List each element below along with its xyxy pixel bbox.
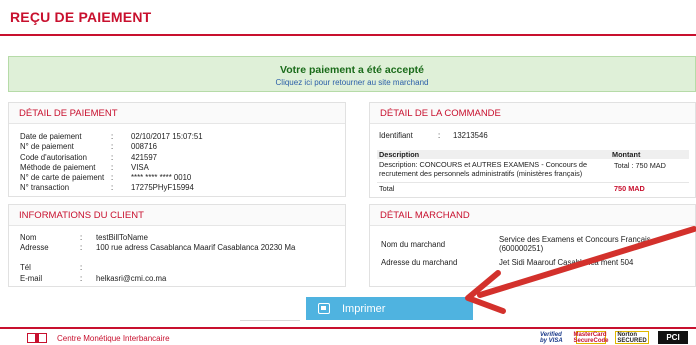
footer-divider	[0, 327, 696, 329]
merchant-row-value: Service des Examens et Concours Français…	[499, 235, 651, 253]
client-row: Tél :	[20, 263, 345, 273]
merchant-details-panel: DÉTAIL MARCHAND Nom du marchand Service …	[369, 204, 696, 287]
order-line-description: Description: CONCOURS et AUTRES EXAMENS …	[379, 160, 588, 178]
mastercard-securecode-icon: MasterCard SecureCode	[573, 331, 609, 344]
payment-row-value: 17275PHyF15994	[131, 183, 194, 193]
client-row-value	[96, 263, 345, 273]
merchant-row: Adresse du marchand Jet Sidi Maarouf Cas…	[381, 258, 695, 267]
payment-row-label: Code d'autorisation	[20, 152, 87, 162]
print-button[interactable]: Imprimer	[306, 297, 473, 320]
payment-row-label: Date de paiement	[20, 132, 82, 141]
merchant-details-list: Nom du marchand Service des Examens et C…	[370, 226, 695, 267]
title-divider	[0, 34, 696, 36]
order-details-panel: DÉTAIL DE LA COMMANDE Identifiant : 1321…	[369, 102, 696, 198]
payment-row: Méthode de paiement : VISA	[20, 163, 345, 173]
client-row-label: Nom	[20, 233, 37, 242]
payment-details-panel: DÉTAIL DE PAIEMENT Date de paiement : 02…	[8, 102, 346, 197]
payment-row: Code d'autorisation : 421597	[20, 153, 345, 163]
order-table: Description Montant Description: CONCOUR…	[377, 150, 689, 193]
payment-row: N° de paiement : 008716	[20, 142, 345, 152]
merchant-row: Nom du marchand Service des Examens et C…	[381, 234, 695, 254]
payment-details-list: Date de paiement : 02/10/2017 15:07:51 N…	[9, 124, 345, 194]
merchant-details-heading: DÉTAIL MARCHAND	[370, 205, 695, 226]
return-to-merchant-link[interactable]: Cliquez ici pour retourner au site march…	[9, 78, 695, 87]
merchant-row-label: Adresse du marchand	[381, 258, 458, 267]
payment-row: N° de carte de paiement : **** **** ****…	[20, 173, 345, 183]
col-amount: Montant	[612, 150, 641, 159]
payment-row-value: **** **** **** 0010	[131, 173, 192, 183]
client-info-list: Nom : testBillToName Adresse : 100 rue a…	[9, 226, 345, 284]
success-notice: Votre paiement a été accepté Cliquez ici…	[8, 56, 696, 92]
order-id-value: 13213546	[453, 131, 488, 140]
payment-row: Date de paiement : 02/10/2017 15:07:51	[20, 132, 345, 142]
norton-secured-icon: Norton SECURED	[615, 331, 649, 344]
client-row-value: testBillToName	[96, 233, 148, 242]
payment-row-value: 02/10/2017 15:07:51	[131, 132, 203, 141]
client-row: E-mail : helkasri@cmi.co.ma	[20, 274, 345, 284]
col-description: Description	[379, 150, 420, 159]
security-badges: Verified by VISA MasterCard SecureCode N…	[537, 331, 688, 344]
order-details-heading: DÉTAIL DE LA COMMANDE	[370, 103, 695, 124]
cmi-logo-icon	[27, 333, 47, 343]
footer-org: Centre Monétique Interbancaire	[57, 334, 170, 343]
merchant-row-value: Jet Sidi Maarouf Casablanca ment 504	[499, 258, 634, 267]
client-info-heading: INFORMATIONS DU CLIENT	[9, 205, 345, 226]
success-message: Votre paiement a été accepté	[280, 64, 424, 76]
client-info-panel: INFORMATIONS DU CLIENT Nom : testBillToN…	[8, 204, 346, 287]
order-id-label: Identifiant	[379, 131, 413, 140]
payment-row-value: VISA	[131, 162, 149, 172]
payment-row: N° transaction : 17275PHyF15994	[20, 183, 345, 193]
payment-row-label: N° de carte de paiement	[20, 173, 105, 183]
payment-row-label: N° de paiement	[20, 142, 74, 152]
order-line-amount: Total : 750 MAD	[614, 161, 666, 170]
payment-row-value: 008716	[131, 142, 158, 152]
pci-icon: PCI	[658, 331, 688, 344]
print-icon	[318, 303, 330, 314]
order-total-value: 750 MAD	[614, 184, 645, 194]
order-id-row: Identifiant : 13213546	[379, 131, 488, 140]
verified-by-visa-icon: Verified by VISA	[540, 331, 563, 344]
divider	[240, 320, 300, 321]
print-button-label: Imprimer	[342, 302, 386, 315]
order-line: Description: CONCOURS et AUTRES EXAMENS …	[377, 159, 689, 178]
payment-row-value: 421597	[131, 152, 158, 162]
payment-details-heading: DÉTAIL DE PAIEMENT	[9, 103, 345, 124]
client-row: Adresse : 100 rue adress Casablanca Maar…	[20, 243, 345, 263]
client-row-label: E-mail	[20, 273, 43, 283]
order-total-row: Total 750 MAD	[377, 182, 689, 193]
merchant-row-label: Nom du marchand	[381, 239, 446, 249]
client-row-label: Adresse	[20, 243, 49, 253]
client-row-value: 100 rue adress Casablanca Maarif Casabla…	[96, 243, 296, 253]
payment-row-label: N° transaction	[20, 183, 70, 193]
client-row-label: Tél	[20, 263, 31, 273]
client-row: Nom : testBillToName	[20, 233, 345, 243]
client-row-value: helkasri@cmi.co.ma	[96, 273, 167, 283]
page-title: REÇU DE PAIEMENT	[10, 9, 152, 25]
payment-row-label: Méthode de paiement	[20, 162, 96, 172]
order-total-label: Total	[379, 184, 395, 194]
order-table-header: Description Montant	[377, 150, 689, 159]
